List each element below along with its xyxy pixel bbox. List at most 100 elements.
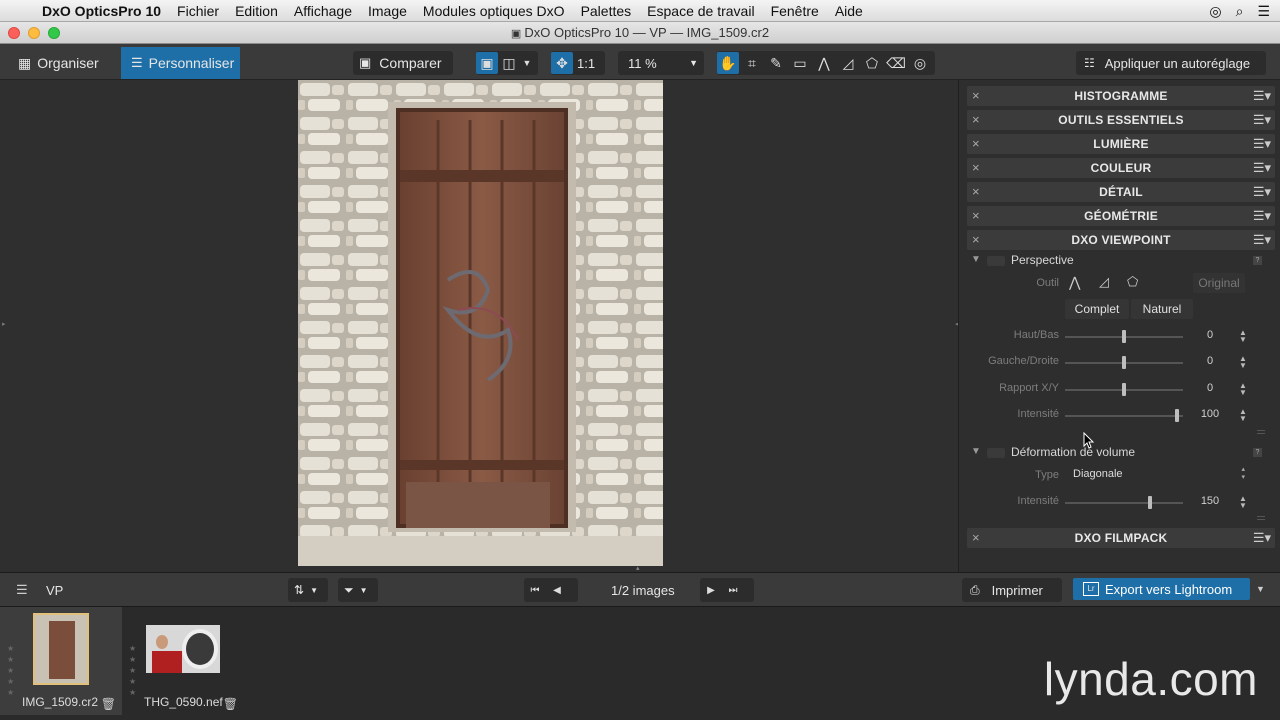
- previous-image-icon[interactable]: ◀: [546, 579, 568, 601]
- print-button[interactable]: ⎙ Imprimer: [962, 578, 1062, 602]
- slider-knob[interactable]: [1122, 383, 1126, 396]
- last-image-icon[interactable]: ⏭: [722, 579, 744, 601]
- target-icon[interactable]: ◎: [909, 52, 931, 74]
- export-dropdown-icon[interactable]: ▼: [1256, 584, 1265, 594]
- stepper-icon[interactable]: ▲ ▼: [1239, 408, 1247, 423]
- creative-cloud-icon[interactable]: ◎: [1209, 3, 1221, 20]
- menu-espace[interactable]: Espace de travail: [639, 3, 762, 19]
- eyedropper-icon[interactable]: ✎: [765, 52, 787, 74]
- section-menu-icon[interactable]: ☰▾: [1253, 232, 1271, 248]
- thumbnail-item[interactable]: ★ ★ ★ ★ ★ THG_0590.nef 🗑: [122, 607, 244, 715]
- naturel-button[interactable]: Naturel: [1131, 299, 1193, 319]
- chevron-down-icon[interactable]: ▼: [520, 52, 534, 74]
- zoom-select[interactable]: 11 % ▼: [618, 51, 704, 75]
- canvas-bottom-handle[interactable]: ▴: [636, 564, 640, 572]
- split-view-icon[interactable]: ◫: [498, 52, 520, 74]
- perspective-8point-tool-icon[interactable]: ⬠: [1127, 274, 1138, 290]
- section-dxo-viewpoint[interactable]: × DXO VIEWPOINT ☰▾: [967, 230, 1275, 250]
- thumbnail-item[interactable]: ★ ★ ★ ★ ★ IMG_1509.cr2 🗑: [0, 607, 122, 715]
- section-menu-icon[interactable]: ☰▾: [1253, 208, 1271, 224]
- personnaliser-tab[interactable]: ☰ Personnaliser: [121, 47, 240, 79]
- section-histogramme[interactable]: × HISTOGRAMME ☰▾: [967, 86, 1275, 106]
- ratio-1-1-button[interactable]: 1:1: [577, 56, 595, 71]
- slider-knob[interactable]: [1122, 330, 1126, 343]
- enable-checkbox[interactable]: [987, 448, 1005, 458]
- resize-handle[interactable]: [1257, 516, 1265, 520]
- first-image-icon[interactable]: ⏮: [524, 579, 546, 601]
- menu-app[interactable]: DxO OpticsPro 10: [36, 3, 169, 19]
- menu-palettes[interactable]: Palettes: [573, 3, 640, 19]
- eraser-tool-icon[interactable]: ⌫: [885, 52, 907, 74]
- slider-knob[interactable]: [1122, 356, 1126, 369]
- section-menu-icon[interactable]: ☰▾: [1253, 112, 1271, 128]
- menu-fenetre[interactable]: Fenêtre: [763, 3, 827, 19]
- search-icon[interactable]: ⌕: [1236, 3, 1244, 20]
- trash-icon[interactable]: 🗑: [223, 697, 238, 711]
- section-outils-essentiels[interactable]: × OUTILS ESSENTIELS ☰▾: [967, 110, 1275, 130]
- section-couleur[interactable]: × COULEUR ☰▾: [967, 158, 1275, 178]
- left-panel-toggle[interactable]: ▸: [2, 320, 6, 328]
- intensite-value[interactable]: 100: [1185, 408, 1235, 424]
- rating-stars[interactable]: ★ ★ ★ ★ ★: [7, 643, 14, 698]
- type-select[interactable]: Diagonale ▴ ▾: [1067, 466, 1249, 484]
- menu-modules[interactable]: Modules optiques DxO: [415, 3, 573, 19]
- section-menu-icon[interactable]: ☰▾: [1253, 530, 1271, 546]
- gauche-droite-slider[interactable]: [1065, 356, 1183, 369]
- next-image-icon[interactable]: ▶: [700, 579, 722, 601]
- rapport-xy-slider[interactable]: [1065, 383, 1183, 396]
- move-icon[interactable]: ✥: [551, 52, 573, 74]
- stepper-icon[interactable]: ▲ ▼: [1239, 329, 1247, 344]
- slider-knob[interactable]: [1175, 409, 1179, 422]
- section-dxo-filmpack[interactable]: × DXO FILMPACK ☰▾: [967, 528, 1275, 548]
- image-canvas[interactable]: ▸ ▴ ◂: [0, 80, 959, 572]
- perspective-4point-tool-icon[interactable]: ◿: [1099, 274, 1109, 290]
- section-detail[interactable]: × DÉTAIL ☰▾: [967, 182, 1275, 202]
- section-menu-icon[interactable]: ☰▾: [1253, 136, 1271, 152]
- perspective-vertical-tool-icon[interactable]: ⋀: [1069, 274, 1080, 291]
- intensite-slider[interactable]: [1065, 409, 1183, 422]
- gauche-droite-value[interactable]: 0: [1185, 355, 1235, 371]
- crop-tool-icon[interactable]: ⌗: [741, 52, 763, 74]
- stepper-icon[interactable]: ▲ ▼: [1239, 495, 1247, 510]
- help-icon[interactable]: ?: [1253, 256, 1262, 265]
- menu-image[interactable]: Image: [360, 3, 415, 19]
- haut-bas-slider[interactable]: [1065, 330, 1183, 343]
- filmstrip-menu-icon[interactable]: ☰: [16, 582, 28, 598]
- compare-button[interactable]: ▣ Comparer: [353, 51, 453, 75]
- hand-tool-icon[interactable]: ✋: [717, 52, 739, 74]
- slider-knob[interactable]: [1148, 496, 1152, 509]
- auto-adjust-button[interactable]: ☷ Appliquer un autoréglage: [1076, 51, 1266, 75]
- menu-edition[interactable]: Edition: [227, 3, 286, 19]
- rating-stars[interactable]: ★ ★ ★ ★ ★: [129, 643, 136, 698]
- resize-handle[interactable]: [1257, 430, 1265, 434]
- stepper-icon[interactable]: ▲ ▼: [1239, 355, 1247, 370]
- filter-button[interactable]: ⏷ ▼: [338, 578, 378, 602]
- section-lumiere[interactable]: × LUMIÈRE ☰▾: [967, 134, 1275, 154]
- main-photo[interactable]: [298, 80, 663, 566]
- trash-icon[interactable]: 🗑: [101, 697, 116, 711]
- section-menu-icon[interactable]: ☰▾: [1253, 184, 1271, 200]
- section-menu-icon[interactable]: ☰▾: [1253, 160, 1271, 176]
- export-lightroom-button[interactable]: Lr Export vers Lightroom: [1073, 578, 1250, 600]
- original-button[interactable]: Original: [1193, 273, 1245, 293]
- menu-affichage[interactable]: Affichage: [286, 3, 360, 19]
- horizon-tool-icon[interactable]: ▭: [789, 52, 811, 74]
- perspective-8point-icon[interactable]: ⬠: [861, 52, 883, 74]
- menu-fichier[interactable]: Fichier: [169, 3, 227, 19]
- rapport-xy-value[interactable]: 0: [1185, 382, 1235, 398]
- perspective-4point-icon[interactable]: ◿: [837, 52, 859, 74]
- menu-aide[interactable]: Aide: [827, 3, 871, 19]
- organiser-tab[interactable]: ▦ Organiser: [8, 47, 109, 79]
- help-icon[interactable]: ?: [1253, 448, 1262, 457]
- volume-intensite-value[interactable]: 150: [1185, 495, 1235, 511]
- haut-bas-value[interactable]: 0: [1185, 329, 1235, 345]
- stepper-icon[interactable]: ▲ ▼: [1239, 382, 1247, 397]
- complet-button[interactable]: Complet: [1065, 299, 1129, 319]
- section-menu-icon[interactable]: ☰▾: [1253, 88, 1271, 104]
- sort-button[interactable]: ⇅ ▼: [288, 578, 328, 602]
- list-icon[interactable]: ☰: [1257, 3, 1270, 20]
- enable-checkbox[interactable]: [987, 256, 1005, 266]
- collapse-triangle-icon[interactable]: ▼: [971, 446, 981, 457]
- single-view-icon[interactable]: ▣: [476, 52, 498, 74]
- collapse-triangle-icon[interactable]: ▼: [971, 254, 981, 265]
